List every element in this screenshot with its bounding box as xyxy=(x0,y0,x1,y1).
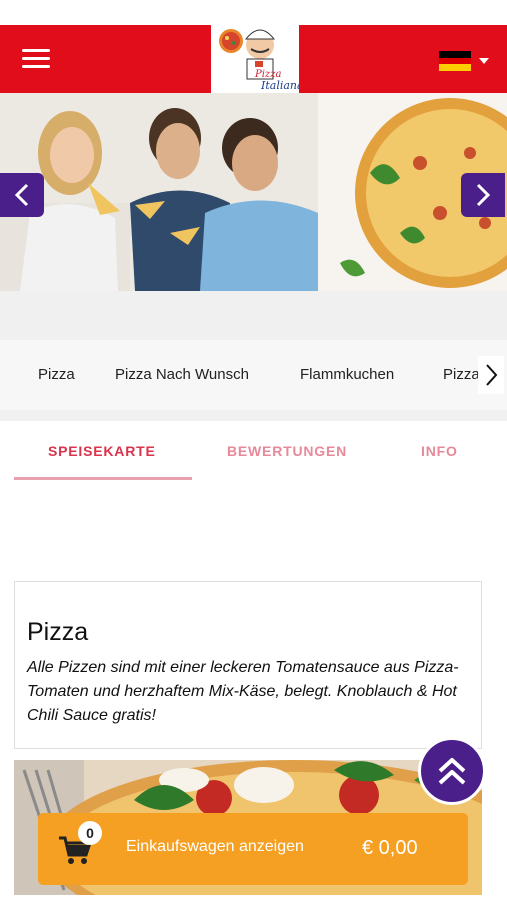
tab-bar: SPEISEKARTE BEWERTUNGEN INFO xyxy=(0,421,507,483)
slider-prev-button[interactable] xyxy=(0,173,44,217)
slider-next-button[interactable] xyxy=(461,173,505,217)
chevron-right-icon xyxy=(476,183,491,207)
tab-bewertungen[interactable]: BEWERTUNGEN xyxy=(227,443,347,459)
menu-section-header: Pizza Alle Pizzen sind mit einer leckere… xyxy=(14,581,482,749)
active-tab-indicator xyxy=(14,477,192,480)
restaurant-logo[interactable]: Pizza Italiana xyxy=(211,25,304,93)
view-cart-button[interactable]: 0 Einkaufswagen anzeigen € 0,00 xyxy=(38,813,468,885)
hamburger-icon[interactable] xyxy=(22,49,50,69)
top-bar: Pizza Italiana xyxy=(0,25,507,93)
german-flag-icon xyxy=(439,51,471,72)
section-description: Alle Pizzen sind mit einer leckeren Toma… xyxy=(27,659,459,724)
chevron-right-icon xyxy=(486,364,498,386)
cart-total: € 0,00 xyxy=(362,837,418,859)
tab-speisekarte[interactable]: SPEISEKARTE xyxy=(48,443,156,459)
section-title: Pizza xyxy=(27,618,89,646)
tab-info[interactable]: INFO xyxy=(421,443,458,459)
scroll-to-top-button[interactable] xyxy=(418,737,486,805)
category-pizza[interactable]: Pizza xyxy=(38,366,75,383)
category-bar: Pizza Pizza Nach Wunsch Flammkuchen Pizz… xyxy=(0,340,507,410)
chevron-left-icon xyxy=(14,183,29,207)
category-flammkuchen[interactable]: Flammkuchen xyxy=(300,366,394,383)
double-chevron-up-icon xyxy=(438,758,466,785)
cart-label: Einkaufswagen anzeigen xyxy=(126,838,304,855)
category-pizza-nach-wunsch[interactable]: Pizza Nach Wunsch xyxy=(115,366,249,383)
cart-count-badge: 0 xyxy=(78,821,102,845)
category-next-button[interactable] xyxy=(478,356,504,394)
logo-text-2: Italiana xyxy=(260,79,299,92)
hero-banner xyxy=(0,93,507,291)
chevron-down-icon xyxy=(479,58,489,64)
language-selector[interactable] xyxy=(439,51,489,72)
